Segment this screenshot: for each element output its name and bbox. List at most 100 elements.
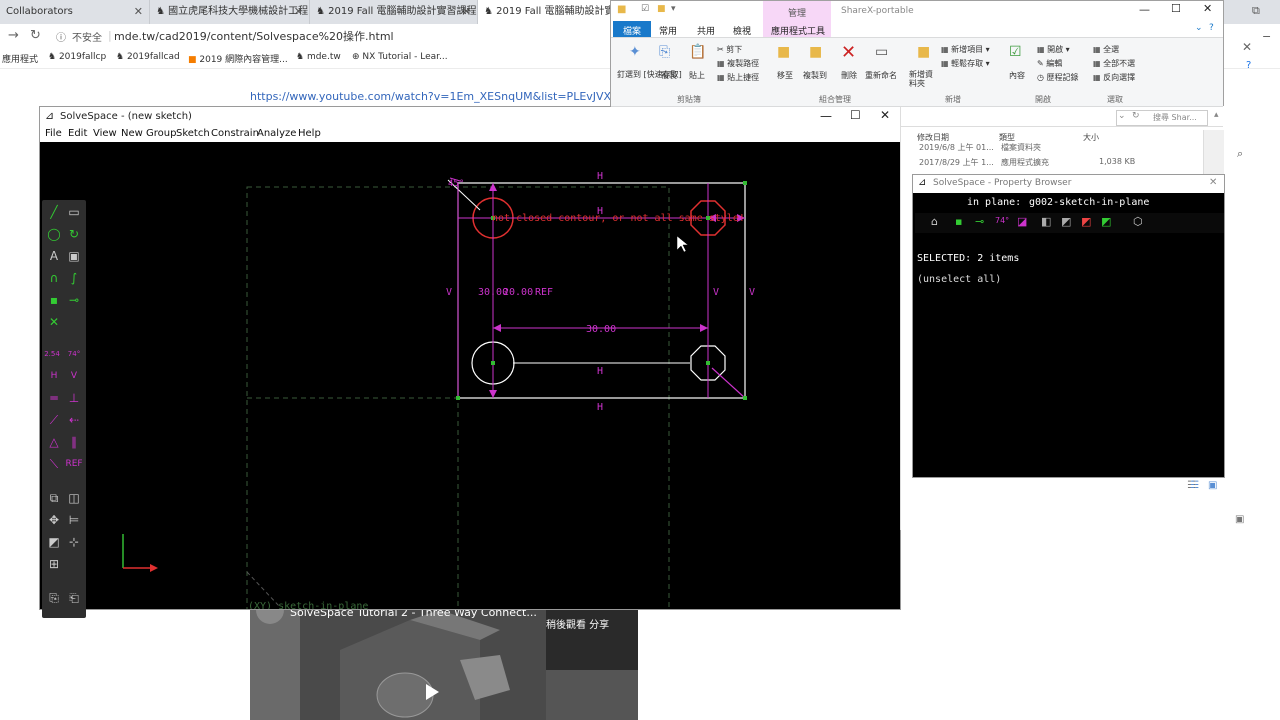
browser-tab-collaborators[interactable]: Collaborators ✕ xyxy=(0,0,150,24)
image-tool-icon[interactable]: ▣ xyxy=(66,248,82,264)
menu-view[interactable]: View xyxy=(93,128,117,139)
video-share[interactable]: 稍後觀看 分享 xyxy=(546,616,609,631)
copy-to-button[interactable]: 複製到 xyxy=(803,70,827,81)
dimension-20[interactable]: 20.00 xyxy=(503,287,533,298)
menu-help[interactable]: Help xyxy=(298,128,321,139)
menu-edit[interactable]: Edit xyxy=(68,128,87,139)
tab-app-tools[interactable]: 應用程式工具 xyxy=(771,24,825,37)
close-icon[interactable]: ✕ xyxy=(1203,2,1212,15)
line-tool-icon[interactable]: ╱ xyxy=(46,204,62,220)
info-icon[interactable]: ⓘ xyxy=(56,29,66,44)
show-faces-icon[interactable]: ◪ xyxy=(1017,215,1027,228)
tangent-arc-tool-icon[interactable]: ∩ xyxy=(46,270,62,286)
help-icon[interactable]: ? xyxy=(1209,23,1214,33)
step-rotate-tool-icon[interactable]: ✥ xyxy=(46,512,62,528)
edit-button[interactable]: ✎ 編輯 xyxy=(1037,58,1062,69)
outlines-icon[interactable]: ◩ xyxy=(1081,215,1091,228)
equal-tool-icon[interactable]: ∥ xyxy=(66,434,82,450)
column-size[interactable]: 大小 xyxy=(1083,132,1099,143)
new-folder-big-icon[interactable]: ■ xyxy=(917,44,930,60)
show-construction-icon[interactable]: ⊸ xyxy=(975,215,984,228)
bookmark-mde[interactable]: ♞ mde.tw xyxy=(296,52,341,62)
menu-sketch[interactable]: Sketch xyxy=(176,128,210,139)
close-icon[interactable]: ✕ xyxy=(462,0,471,24)
reference-tool-icon[interactable]: REF xyxy=(62,456,86,472)
arc-tool-icon[interactable]: ↻ xyxy=(66,226,82,242)
bookmark-2019-cms[interactable]: ■ 2019 網際內容管理... xyxy=(188,52,288,65)
tangent-tool-icon[interactable]: ⟍ xyxy=(46,456,62,472)
bookmark-2019fallcad[interactable]: ♞ 2019fallcad xyxy=(116,52,180,62)
invert-selection-button[interactable]: ▦ 反向選擇 xyxy=(1093,72,1135,83)
help-icon[interactable]: ? xyxy=(1246,60,1251,71)
sketch-canvas[interactable]: H H H H V V V 30.00 30.00 20.00 REF 45° … xyxy=(40,142,900,642)
reload-icon[interactable]: ↻ xyxy=(30,28,41,43)
ribbon-collapse-icon[interactable]: ⌄ xyxy=(1195,23,1203,33)
video-thumbnail[interactable]: SolveSpace Tutorial 2 - Three Way Connec… xyxy=(250,610,638,720)
quick-access-icon[interactable]: ☑ xyxy=(641,4,649,14)
midpoint-tool-icon[interactable]: ⇠ xyxy=(66,412,82,428)
forward-icon[interactable]: → xyxy=(8,28,19,43)
browser-tab-cad-2[interactable]: ♞ 2019 Fall 電腦輔助設計實習課程 xyxy=(478,0,618,24)
text-tool-icon[interactable]: A xyxy=(46,248,62,264)
move-to-button[interactable]: 移至 xyxy=(777,70,793,81)
workplane-icon[interactable]: ⌂ xyxy=(931,215,938,228)
mesh-icon[interactable]: ◩ xyxy=(1101,215,1111,228)
circle-tool-icon[interactable]: ◯ xyxy=(46,226,62,242)
delete-icon[interactable]: ✕ xyxy=(841,42,856,63)
delete-button[interactable]: 刪除 xyxy=(841,70,857,81)
diagonal-bottom[interactable] xyxy=(711,367,746,399)
menu-constrain[interactable]: Constrain xyxy=(211,128,259,139)
minimize-icon[interactable]: — xyxy=(1139,3,1150,16)
search-icon[interactable]: ⌕ xyxy=(1237,147,1243,161)
select-all-button[interactable]: ▦ 全選 xyxy=(1093,44,1119,55)
view-front-tool-icon[interactable]: ⎘ xyxy=(46,590,62,606)
column-modified[interactable]: 修改日期 xyxy=(917,132,949,143)
tab-view[interactable]: 檢視 xyxy=(733,24,751,37)
new-folder-button[interactable]: 新增資料夾 xyxy=(909,70,937,88)
youtube-link[interactable]: https://www.youtube.com/watch?v=1Em_XESn… xyxy=(250,90,644,103)
close-icon[interactable]: ✕ xyxy=(880,108,890,122)
move-to-icon[interactable]: ■ xyxy=(777,44,790,60)
new-folder-icon[interactable]: ■ xyxy=(657,4,666,14)
minimize-icon[interactable]: — xyxy=(820,109,832,123)
maximize-icon[interactable]: ☐ xyxy=(1171,2,1181,15)
scroll-up-icon[interactable]: ▴ xyxy=(1214,110,1219,120)
copy-button[interactable]: 複製 xyxy=(661,70,677,81)
shaded-icon[interactable]: ◧ xyxy=(1041,215,1051,228)
dimension-30-horizontal[interactable]: 30.00 xyxy=(586,324,616,335)
unselect-all-link[interactable]: (unselect all) xyxy=(917,274,1001,285)
rectangle-tool-icon[interactable]: ▭ xyxy=(66,204,82,220)
rename-button[interactable]: 重新命名 xyxy=(865,70,897,81)
copy-path-button[interactable]: ▦ 複製路徑 xyxy=(717,58,759,69)
spline-tool-icon[interactable]: ∫ xyxy=(66,270,82,286)
select-none-button[interactable]: ▦ 全部不選 xyxy=(1093,58,1135,69)
copy-to-icon[interactable]: ■ xyxy=(809,44,822,60)
new-item-button[interactable]: ▦ 新增項目 ▾ xyxy=(941,44,990,55)
menu-analyze[interactable]: Analyze xyxy=(257,128,296,139)
copy-icon[interactable]: ⎘ xyxy=(659,44,670,60)
perpendicular-tool-icon[interactable]: ⊥ xyxy=(66,390,82,406)
close-icon[interactable]: ✕ xyxy=(134,0,143,24)
point-on-line-tool-icon[interactable]: ⟋ xyxy=(46,412,62,428)
construction-tool-icon[interactable]: ⊸ xyxy=(66,292,82,308)
bookmark-apps[interactable]: 應用程式 xyxy=(2,52,38,65)
play-icon[interactable] xyxy=(426,684,439,700)
explorer-search-input[interactable]: 搜尋 Shar... xyxy=(1116,110,1208,126)
perspective-icon[interactable]: ⬡ xyxy=(1133,215,1143,228)
close-icon[interactable]: ✕ xyxy=(1209,177,1217,188)
view-iso-tool-icon[interactable]: ⎗ xyxy=(66,590,82,606)
assemble-tool-icon[interactable]: ⊞ xyxy=(46,556,62,572)
menu-file[interactable]: File xyxy=(45,128,62,139)
tab-share[interactable]: 共用 xyxy=(697,24,715,37)
close-icon[interactable]: ✕ xyxy=(294,0,303,24)
close-icon[interactable]: ✕ xyxy=(1242,40,1252,54)
restore-icon[interactable]: ⧉ xyxy=(1252,4,1260,18)
paste-button[interactable]: 貼上 xyxy=(689,70,705,81)
show-constraints-icon[interactable]: 74° xyxy=(995,216,1009,225)
url-input[interactable]: mde.tw/cad2019/content/Solvespace%20操作.h… xyxy=(114,28,394,44)
parallel-tool-icon[interactable]: ═ xyxy=(46,390,62,406)
history-button[interactable]: ◷ 歷程記錄 xyxy=(1037,72,1079,83)
sketch-in-plane-tool-icon[interactable]: ◩ xyxy=(46,534,62,550)
vertical-tool-icon[interactable]: V xyxy=(66,368,82,384)
paste-icon[interactable]: 📋 xyxy=(689,44,706,60)
